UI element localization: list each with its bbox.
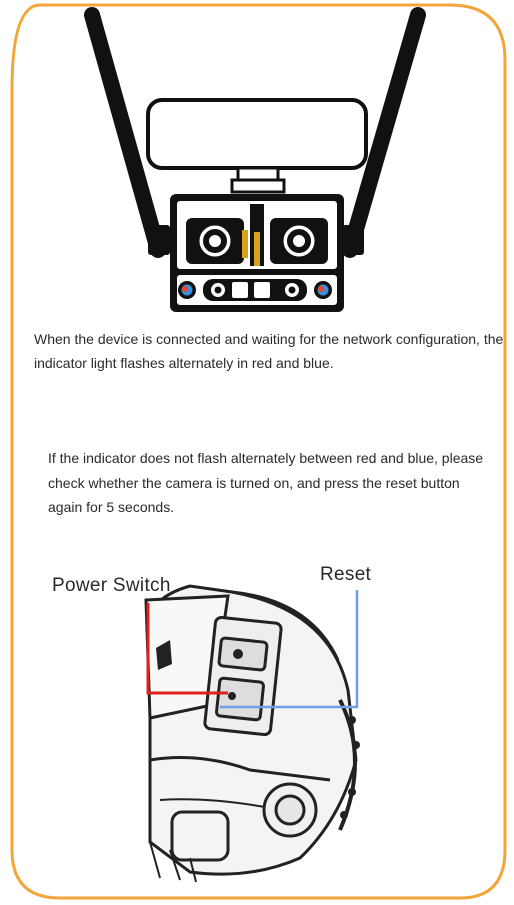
right-lens <box>270 218 328 264</box>
top-panel <box>146 98 368 170</box>
camera-front-illustration <box>84 7 426 312</box>
instruction-paragraph-2: If the indicator does not flash alternat… <box>48 450 484 515</box>
instruction-paragraph-1: When the device is connected and waiting… <box>34 331 504 371</box>
left-lens <box>186 218 248 264</box>
reset-label: Reset <box>320 564 372 585</box>
camera-side-illustration <box>144 584 360 883</box>
indicator-light-right <box>314 281 332 299</box>
power-switch-label: Power Switch <box>52 575 171 596</box>
indicator-light-left <box>178 281 196 299</box>
